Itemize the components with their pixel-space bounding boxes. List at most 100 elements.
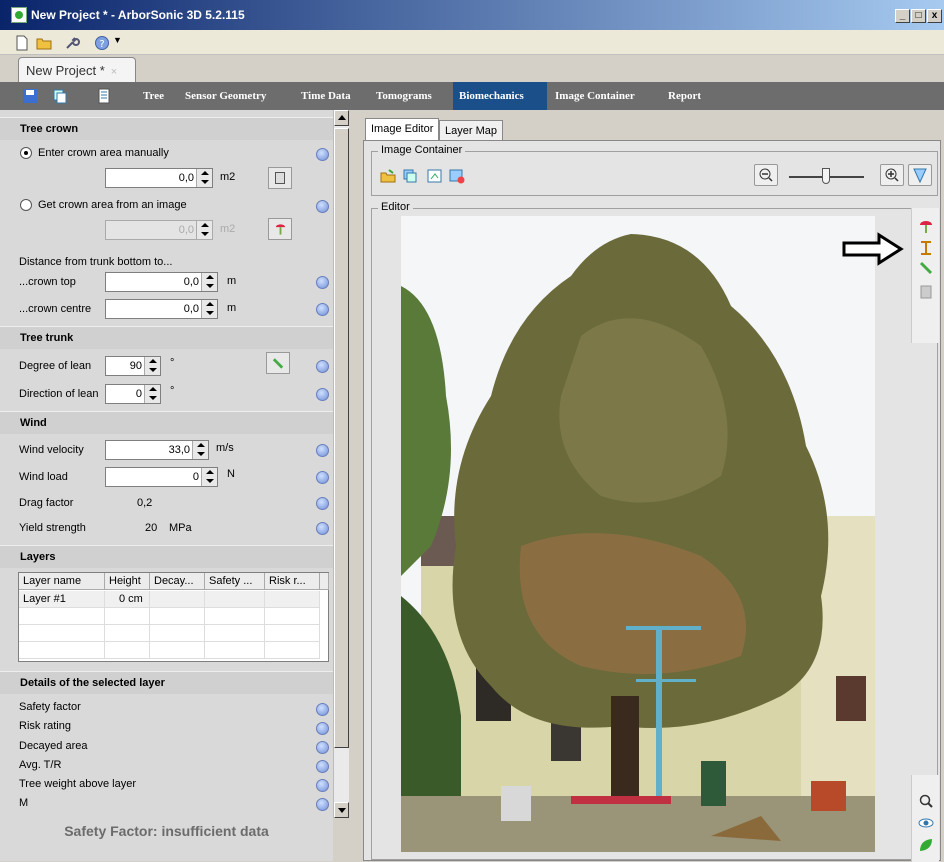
help-icon[interactable]: [316, 200, 329, 213]
crown-outline-tool-icon[interactable]: [918, 218, 934, 234]
help-icon[interactable]: ?: [94, 35, 110, 51]
help-icon[interactable]: [316, 388, 329, 401]
tab-image-editor[interactable]: Image Editor: [365, 118, 440, 140]
left-panel-scrollbar[interactable]: [333, 110, 349, 818]
close-button[interactable]: x: [927, 9, 942, 23]
copy-image-icon[interactable]: [402, 168, 418, 184]
maximize-button[interactable]: □: [911, 9, 926, 23]
lean-tool-icon[interactable]: [918, 260, 934, 276]
chevron-down-icon[interactable]: ▼: [113, 35, 122, 45]
spin-arrows[interactable]: [196, 169, 212, 187]
table-row-cell: [150, 625, 205, 642]
height-tool-icon[interactable]: [918, 240, 934, 256]
document-icon[interactable]: [96, 88, 112, 104]
fit-button[interactable]: [908, 164, 932, 186]
crown-image-radio[interactable]: [20, 199, 32, 211]
table-row-cell[interactable]: Layer #1: [19, 591, 105, 608]
nav-biomechanics[interactable]: Biomechanics: [453, 82, 547, 110]
scroll-down-button[interactable]: [334, 802, 349, 818]
table-row-cell: [105, 625, 150, 642]
leaf-icon[interactable]: [918, 837, 934, 853]
nav-image-container[interactable]: Image Container: [549, 82, 641, 110]
table-row-cell: [19, 608, 105, 625]
zoom-out-button[interactable]: [754, 164, 778, 186]
new-file-icon[interactable]: [14, 35, 30, 51]
search-icon[interactable]: [918, 793, 934, 809]
tree-icon: [275, 224, 286, 235]
table-row-cell: [205, 608, 265, 625]
tree-photo-canvas[interactable]: [401, 216, 875, 852]
nav-tree[interactable]: Tree: [137, 82, 170, 110]
column-header-layer-name[interactable]: Layer name: [19, 573, 105, 590]
help-icon[interactable]: [316, 798, 329, 811]
nav-time-data[interactable]: Time Data: [295, 82, 357, 110]
table-row-cell[interactable]: [265, 591, 320, 608]
scroll-up-button[interactable]: [334, 110, 349, 126]
crown-top-input[interactable]: 0,0: [105, 272, 218, 292]
lean-direction-input[interactable]: 0: [105, 384, 161, 404]
nav-tomograms[interactable]: Tomograms: [370, 82, 438, 110]
crown-image-area-input[interactable]: 0,0: [105, 220, 213, 240]
lean-degree-input[interactable]: 90: [105, 356, 161, 376]
column-header-risk[interactable]: Risk r...: [265, 573, 320, 590]
nav-sensor-geometry[interactable]: Sensor Geometry: [179, 82, 272, 110]
nav-report[interactable]: Report: [662, 82, 707, 110]
help-icon[interactable]: [316, 722, 329, 735]
spin-arrows[interactable]: [201, 300, 217, 318]
wind-load-input[interactable]: 0: [105, 467, 218, 487]
column-header-safety[interactable]: Safety ...: [205, 573, 265, 590]
tab-layer-map[interactable]: Layer Map: [439, 120, 503, 140]
wind-velocity-input[interactable]: 33,0: [105, 440, 209, 460]
detail-safety-factor: Safety factor: [19, 701, 81, 713]
help-icon[interactable]: [316, 779, 329, 792]
column-header-height[interactable]: Height: [105, 573, 150, 590]
help-icon[interactable]: [316, 303, 329, 316]
edit-image-icon[interactable]: [427, 168, 443, 184]
open-folder-icon[interactable]: [36, 35, 52, 51]
table-row-cell: [205, 625, 265, 642]
table-row-cell[interactable]: 0 cm: [105, 591, 150, 608]
save-icon[interactable]: [22, 88, 38, 104]
calculator-button[interactable]: [268, 167, 292, 189]
crown-manual-radio[interactable]: [20, 147, 32, 159]
eye-icon[interactable]: [918, 815, 934, 831]
spin-arrows[interactable]: [196, 221, 212, 239]
crown-area-input[interactable]: 0,0: [105, 168, 213, 188]
lean-from-image-button[interactable]: [266, 352, 290, 374]
zoom-in-button[interactable]: [880, 164, 904, 186]
help-icon[interactable]: [316, 703, 329, 716]
table-row-cell[interactable]: [150, 591, 205, 608]
spin-arrows[interactable]: [144, 357, 160, 375]
tab-close-icon[interactable]: ×: [111, 66, 117, 78]
tab-new-project[interactable]: New Project * ×: [18, 57, 136, 82]
help-icon[interactable]: [316, 760, 329, 773]
help-icon[interactable]: [316, 276, 329, 289]
help-icon[interactable]: [316, 471, 329, 484]
table-row-cell[interactable]: [205, 591, 265, 608]
column-header-decay[interactable]: Decay...: [150, 573, 205, 590]
crown-image-area-unit: m2: [220, 223, 236, 235]
crown-image-label: Get crown area from an image: [38, 199, 187, 211]
zoom-out-icon: [759, 168, 773, 182]
help-icon[interactable]: [316, 522, 329, 535]
help-icon[interactable]: [316, 360, 329, 373]
spin-arrows[interactable]: [144, 385, 160, 403]
crown-from-image-button[interactable]: [268, 218, 292, 240]
wrench-icon[interactable]: [64, 35, 80, 51]
help-icon[interactable]: [316, 148, 329, 161]
yield-strength-value: 20: [145, 522, 158, 534]
spin-arrows[interactable]: [201, 468, 217, 486]
help-icon[interactable]: [316, 741, 329, 754]
spin-arrows[interactable]: [192, 441, 208, 459]
crown-centre-input[interactable]: 0,0: [105, 299, 218, 319]
spin-arrows[interactable]: [201, 273, 217, 291]
paste-tool-icon[interactable]: [918, 284, 934, 300]
zoom-slider-thumb[interactable]: [822, 168, 830, 184]
scroll-thumb[interactable]: [334, 128, 349, 748]
minimize-button[interactable]: _: [895, 9, 910, 23]
copy-icon[interactable]: [52, 88, 68, 104]
delete-image-icon[interactable]: [449, 168, 465, 184]
help-icon[interactable]: [316, 444, 329, 457]
help-icon[interactable]: [316, 497, 329, 510]
open-image-icon[interactable]: [380, 168, 396, 184]
